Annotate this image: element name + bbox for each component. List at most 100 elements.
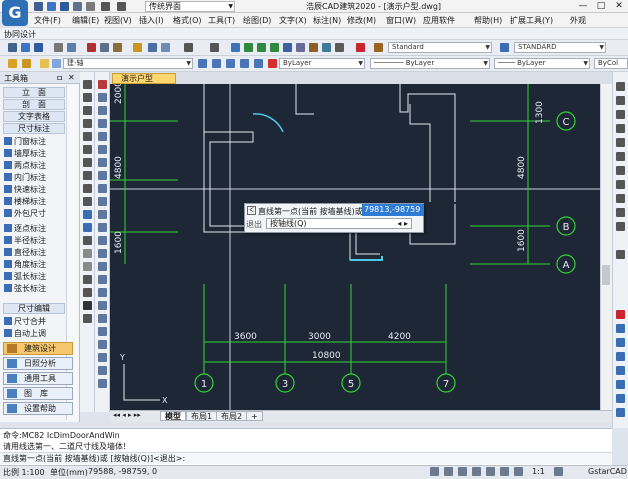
menu-file[interactable]: 文件(F) — [34, 15, 61, 26]
palette-item-quick-dim[interactable]: 快速标注 — [4, 184, 46, 195]
popup-lock-icon[interactable]: ᐸ — [247, 206, 256, 215]
menu-help[interactable]: 帮助(H) — [474, 15, 502, 26]
align-icon[interactable] — [98, 288, 107, 297]
open-icon[interactable] — [21, 43, 30, 52]
calc-icon[interactable] — [322, 43, 331, 52]
snap-nearest-icon[interactable] — [616, 194, 625, 203]
rotate-icon[interactable] — [98, 158, 107, 167]
print-icon[interactable] — [54, 43, 63, 52]
tab-nav-icon[interactable]: ◂◂ ◂ ▸ ▸▸ — [113, 411, 141, 419]
trim-icon[interactable] — [98, 197, 107, 206]
snap-intersect-icon[interactable] — [616, 110, 625, 119]
dim-diameter-icon[interactable] — [616, 338, 625, 347]
text-style-select[interactable]: Standard ▼ — [388, 42, 492, 53]
palette-item-wall-thickness-dim[interactable]: 墙厚标注 — [4, 148, 46, 159]
circle-icon[interactable] — [83, 158, 92, 167]
copy-obj-icon[interactable] — [98, 93, 107, 102]
layer-icon[interactable] — [161, 43, 170, 52]
menu-format[interactable]: 格式(O) — [173, 15, 202, 26]
palette-close-icon[interactable]: ✕ — [68, 73, 75, 82]
hatch-icon[interactable] — [83, 249, 92, 258]
pan-icon[interactable] — [231, 43, 240, 52]
dim-style-icon[interactable] — [500, 43, 509, 52]
explode-icon[interactable] — [98, 275, 107, 284]
join-icon[interactable] — [98, 236, 107, 245]
maximize-icon[interactable]: □ — [592, 0, 610, 12]
fillet-icon[interactable] — [98, 262, 107, 271]
redo-icon[interactable] — [117, 2, 126, 11]
tab-add[interactable]: + — [246, 411, 263, 421]
snap-settings-icon[interactable] — [616, 222, 625, 231]
snap-node-icon[interactable] — [616, 180, 625, 189]
menu-appearance[interactable]: 外观 — [570, 15, 586, 26]
zoom-previous-icon[interactable] — [270, 43, 279, 52]
lineweight-select[interactable]: ──── ByLayer ▼ — [494, 58, 590, 69]
layer-lock-icon[interactable] — [254, 59, 263, 68]
status-scale[interactable]: 比例 1:100 — [3, 467, 45, 478]
dim-baseline-icon[interactable] — [616, 366, 625, 375]
paste-icon[interactable] — [113, 43, 122, 52]
menu-edit[interactable]: 编辑(E) — [72, 15, 99, 26]
group-icon[interactable] — [98, 353, 107, 362]
line-icon[interactable] — [83, 80, 92, 89]
snap-perp-icon[interactable] — [616, 166, 625, 175]
dim-angular-icon[interactable] — [616, 352, 625, 361]
spline-icon[interactable] — [83, 184, 92, 193]
snap-tangent-icon[interactable] — [616, 152, 625, 161]
layer-state-icon[interactable] — [22, 59, 31, 68]
section-elevation[interactable]: 立 面 — [3, 87, 65, 98]
layer-match-icon[interactable] — [212, 59, 221, 68]
gradient-icon[interactable] — [83, 262, 92, 271]
palette-item-diameter-dim[interactable]: 直径标注 — [4, 247, 46, 258]
plotstyle-select[interactable]: ByCol — [594, 58, 628, 69]
palette-item-dim-merge[interactable]: 尺寸合并 — [4, 316, 46, 327]
new-file-icon[interactable] — [34, 2, 43, 11]
palette-item-stair-dim[interactable]: 楼梯标注 — [4, 196, 46, 207]
snap-quadrant-icon[interactable] — [616, 138, 625, 147]
popup-option-field[interactable]: 按轴线(Q) ◂ ▸ — [266, 218, 412, 229]
workspace-select[interactable]: 传统界面 ▼ — [145, 1, 235, 12]
bulb-on-icon[interactable] — [40, 59, 49, 68]
block-icon[interactable] — [148, 43, 157, 52]
save-icon[interactable] — [60, 2, 69, 11]
section-dim-edit[interactable]: 尺寸编辑 — [3, 303, 65, 314]
region-icon[interactable] — [83, 275, 92, 284]
menu-view[interactable]: 视图(V) — [104, 15, 132, 26]
scroll-thumb[interactable] — [602, 265, 610, 285]
dim-linear-icon[interactable] — [616, 250, 625, 259]
break-icon[interactable] — [98, 223, 107, 232]
mtext-icon[interactable] — [83, 301, 92, 310]
pedit-icon[interactable] — [98, 314, 107, 323]
mirror-icon[interactable] — [98, 106, 107, 115]
dim-aligned-icon[interactable] — [616, 310, 625, 319]
point-icon[interactable] — [83, 236, 92, 245]
app-logo-icon[interactable]: G — [2, 0, 28, 26]
menu-tools[interactable]: 工具(T) — [208, 15, 235, 26]
minimize-icon[interactable]: — — [574, 0, 592, 12]
polar-mode-icon[interactable] — [472, 467, 481, 476]
popup-exit-label[interactable]: 退出 — [246, 219, 262, 230]
move-icon[interactable] — [98, 145, 107, 154]
menu-modify[interactable]: 修改(M) — [347, 15, 376, 26]
tab-model[interactable]: 模型 — [160, 411, 186, 421]
grid-mode-icon[interactable] — [444, 467, 453, 476]
ungroup-icon[interactable] — [98, 366, 107, 375]
undo-icon[interactable] — [184, 43, 193, 52]
print-icon[interactable] — [86, 2, 95, 11]
annotation-visibility-icon[interactable] — [554, 467, 563, 476]
layer-iso-icon[interactable] — [226, 59, 235, 68]
text-style-icon[interactable] — [374, 43, 383, 52]
layer-freeze-icon[interactable] — [240, 59, 249, 68]
lineweight-mode-icon[interactable] — [514, 467, 523, 476]
ellipse-icon[interactable] — [83, 197, 92, 206]
erase-icon[interactable] — [98, 80, 107, 89]
palette-item-arc-dim[interactable]: 弧长标注 — [4, 271, 46, 282]
stretch-icon[interactable] — [98, 184, 107, 193]
menu-dimension[interactable]: 标注(N) — [313, 15, 341, 26]
otrack-mode-icon[interactable] — [500, 467, 509, 476]
palette-item-door-window-dim[interactable]: 门窗标注 — [4, 136, 46, 147]
dim-style-select[interactable]: STANDARD ▼ — [514, 42, 606, 53]
cut-icon[interactable] — [87, 43, 96, 52]
canvas-vertical-scrollbar[interactable] — [600, 84, 612, 410]
color-swatch-icon[interactable] — [268, 59, 277, 68]
